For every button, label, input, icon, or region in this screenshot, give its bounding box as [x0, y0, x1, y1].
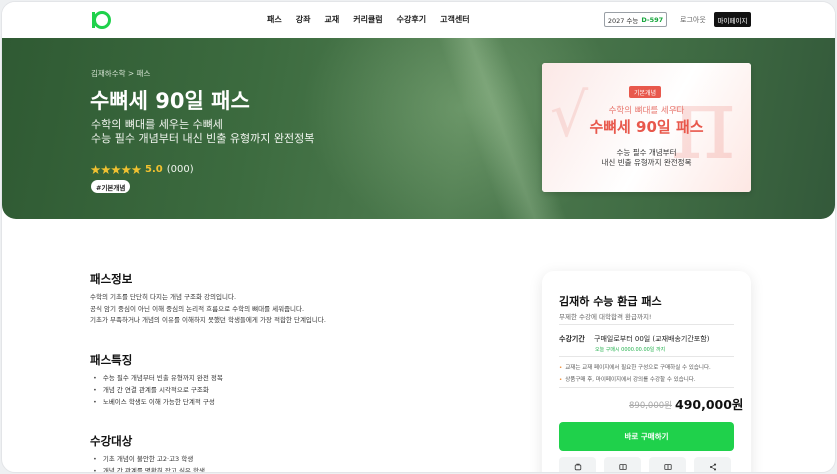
rating-score: 5.0: [145, 164, 163, 175]
thumbnail-badge: 기본개념: [629, 86, 662, 98]
section-title-target: 수강대상: [90, 434, 133, 448]
hero-subtitle-line2: 수능 필수 개념부터 내신 빈출 유형까지 완전정복: [91, 132, 315, 145]
cart-button[interactable]: [559, 457, 596, 472]
nav-item-support[interactable]: 고객센터: [440, 14, 469, 25]
nav-item-curriculum[interactable]: 커리큘럼: [353, 14, 382, 25]
page-title: 수뼈세 90일 패스: [90, 89, 250, 113]
page-frame: 패스 강좌 교재 커리큘럼 수강후기 고객센터 2027 수능 D-597 로그…: [1, 1, 836, 473]
action-icons: [559, 457, 734, 472]
target-list: 기초 개념이 불안한 고2·고3 학생 개념 간 관계를 명확히 잡고 싶은 학…: [93, 453, 205, 472]
coupon-icon: [663, 463, 672, 470]
breadcrumb[interactable]: 김재하수학 > 패스: [91, 68, 150, 79]
purchase-card: 김재하 수능 환급 패스 무제한 수강에 대학합격 환급까지! 수강기간 구매일…: [542, 271, 751, 472]
share-icon: [709, 463, 716, 470]
thumbnail-line2: 내신 빈출 유형까지 완전정복: [601, 158, 692, 167]
logout-link[interactable]: 로그아웃: [680, 15, 706, 25]
nav-item-textbook[interactable]: 교재: [324, 14, 339, 25]
star-rating-icon: ★★★★★: [90, 162, 142, 177]
list-item: 수능 필수 개념부터 빈출 유형까지 완전 정복: [93, 372, 223, 384]
divider: [559, 356, 734, 357]
nav-item-reviews[interactable]: 수강후기: [397, 14, 426, 25]
review-count[interactable]: (000): [167, 164, 194, 175]
dday-badge: 2027 수능 D-597: [604, 12, 667, 27]
notice-textbook: 교재는 교재 페이지에서 필요한 구성으로 구매하실 수 있습니다.: [559, 363, 711, 371]
coupon-button[interactable]: [649, 457, 686, 472]
section-title-info: 패스정보: [90, 272, 133, 286]
divider: [559, 324, 734, 325]
notice-mypage: 상품구매 후, 마이페이지에서 강의를 수강할 수 있습니다.: [559, 375, 695, 383]
card-title: 김재하 수능 환급 패스: [559, 295, 662, 308]
cart-icon: [574, 463, 581, 470]
book-icon: [618, 463, 627, 470]
info-line: 공식 암기 중심이 아닌 이해 중심의 논리적 흐름으로 수학의 뼈대를 세워줍…: [90, 304, 305, 313]
logo-icon[interactable]: [91, 10, 111, 30]
list-item: 기초 개념이 불안한 고2·고3 학생: [93, 453, 205, 465]
info-paragraph: 수학의 기초를 단단히 다지는 개념 구조화 강의입니다. 공식 암기 중심이 …: [90, 292, 326, 327]
dday-value: D-597: [641, 15, 664, 24]
card-description: 무제한 수강에 대학합격 환급까지!: [559, 313, 652, 321]
period-value: 구매일로부터 00일 (교재배송기간포함): [594, 335, 710, 343]
period-label: 수강기간: [559, 335, 585, 343]
share-button[interactable]: [694, 457, 731, 472]
rating: ★★★★★ 5.0 (000): [90, 162, 194, 177]
thumbnail-subtitle: 수학의 뼈대를 세우다: [608, 106, 685, 116]
feature-list: 수능 필수 개념부터 빈출 유형까지 완전 정복 개념 간 연결 관계를 시각적…: [93, 372, 223, 408]
info-line: 기초가 부족하거나 개념의 이유를 이해하지 못했던 학생들에게 가장 적합한 …: [90, 316, 326, 324]
nav-item-pass[interactable]: 패스: [267, 14, 282, 25]
nav-item-course[interactable]: 강좌: [296, 14, 311, 25]
section-title-features: 패스특징: [90, 353, 133, 367]
hero-banner: 김재하수학 > 패스 수뼈세 90일 패스 수학의 뼈대를 세우는 수뼈세 수능…: [2, 38, 835, 219]
dday-label: 2027 수능: [607, 16, 639, 25]
list-item: 노베이스 학생도 이해 가능한 단계적 구성: [93, 396, 223, 408]
list-item: 개념 간 관계를 명확히 잡고 싶은 학생: [93, 465, 205, 472]
course-thumbnail: √ π 기본개념 수학의 뼈대를 세우다 수뼈세 90일 패스 수능 필수 개념…: [542, 63, 751, 192]
main-nav: 패스 강좌 교재 커리큘럼 수강후기 고객센터: [267, 14, 484, 25]
info-line: 수학의 기초를 단단히 다지는 개념 구조화 강의입니다.: [90, 293, 237, 301]
buy-now-button[interactable]: 바로 구매하기: [559, 422, 734, 451]
original-price: 890,000원: [629, 401, 672, 411]
divider: [559, 387, 734, 388]
period-note: 오늘 구매시 0000.00.00일 까지: [595, 347, 666, 353]
thumbnail-title: 수뼈세 90일 패스: [589, 118, 704, 136]
sale-price: 490,000원: [675, 397, 744, 412]
book-button[interactable]: [604, 457, 641, 472]
site-header: 패스 강좌 교재 커리큘럼 수강후기 고객센터 2027 수능 D-597 로그…: [2, 2, 835, 38]
mypage-button[interactable]: 마이페이지: [714, 12, 751, 27]
list-item: 개념 간 연결 관계를 시각적으로 구조화: [93, 384, 223, 396]
hashtag-badge[interactable]: #기본개념: [91, 180, 131, 193]
